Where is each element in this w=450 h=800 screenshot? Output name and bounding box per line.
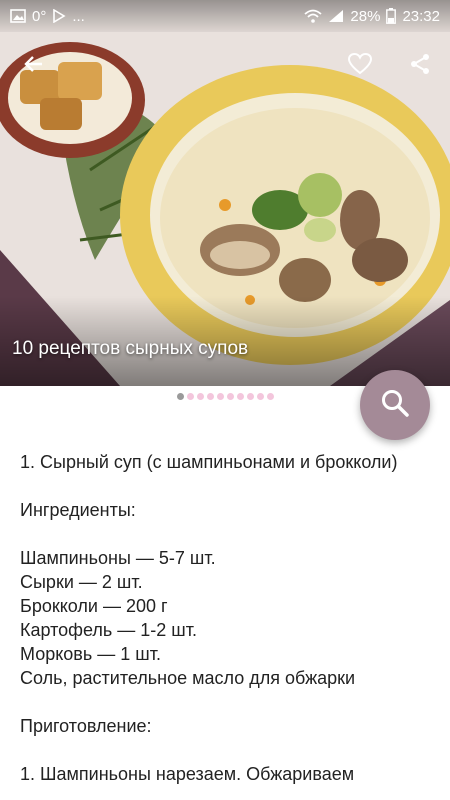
favorite-button[interactable] — [344, 50, 376, 82]
ingredient-item: Сырки — 2 шт. — [20, 572, 143, 592]
recipe-collection-title: 10 рецептов сырных супов — [12, 338, 249, 359]
wifi-icon — [304, 9, 323, 23]
recipe-article: 1. Сырный суп (с шампиньонами и брокколи… — [20, 450, 430, 786]
page-dot[interactable] — [196, 392, 204, 400]
ingredient-item: Картофель — 1-2 шт. — [20, 620, 197, 640]
page-dot[interactable] — [216, 392, 224, 400]
page-dot[interactable] — [186, 392, 194, 400]
ingredients-title: Ингредиенты: — [20, 500, 136, 520]
clock: 23:32 — [402, 7, 440, 25]
more-notifications-text: ... — [72, 7, 85, 25]
back-button[interactable] — [18, 50, 50, 82]
battery-icon — [386, 8, 397, 24]
search-icon — [380, 388, 410, 423]
temperature-text: 0° — [32, 7, 47, 25]
status-bar: 0° ... 28% 23:32 — [0, 0, 450, 32]
battery-percent: 28% — [350, 7, 381, 25]
page-dot[interactable] — [206, 392, 214, 400]
heart-icon — [347, 52, 373, 81]
page-dot[interactable] — [236, 392, 244, 400]
page-dot[interactable] — [176, 392, 184, 400]
signal-icon — [328, 9, 344, 23]
ingredient-item: Морковь — 1 шт. — [20, 644, 161, 664]
page-dot[interactable] — [256, 392, 264, 400]
share-button[interactable] — [404, 50, 436, 82]
page-dot[interactable] — [246, 392, 254, 400]
ingredient-item: Шампиньоны — 5-7 шт. — [20, 548, 216, 568]
play-store-icon — [52, 9, 66, 23]
ingredient-item: Брокколи — 200 г — [20, 596, 168, 616]
recipe-heading: 1. Сырный суп (с шампиньонами и брокколи… — [20, 452, 398, 472]
page-dot[interactable] — [226, 392, 234, 400]
recipe-hero-image[interactable]: 10 рецептов сырных супов — [0, 0, 450, 386]
share-icon — [408, 52, 432, 81]
preparation-step: 1. Шампиньоны нарезаем. Обжариваем — [20, 764, 355, 784]
gallery-icon — [10, 9, 26, 23]
search-button[interactable] — [360, 370, 430, 440]
preparation-title: Приготовление: — [20, 716, 152, 736]
ingredient-item: Соль, растительное масло для обжарки — [20, 668, 356, 688]
back-arrow-icon — [22, 52, 46, 81]
page-dot[interactable] — [266, 392, 274, 400]
